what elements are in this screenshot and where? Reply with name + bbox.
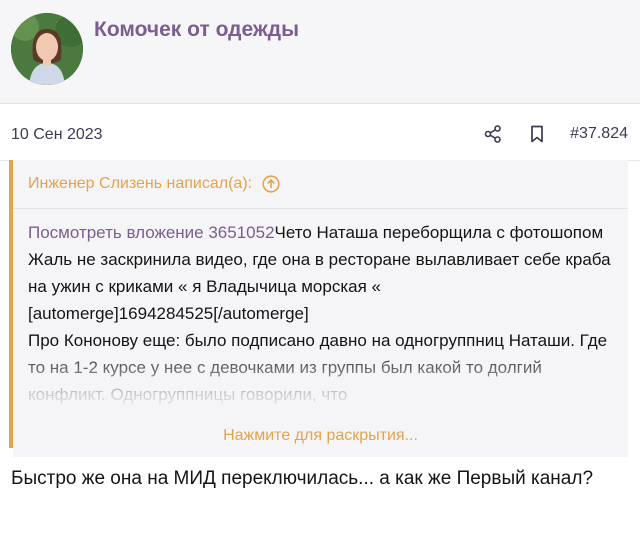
post-author[interactable]: Комочек от одежды — [94, 18, 299, 42]
quote-block: Инженер Слизень написал(а): Посмотреть в… — [9, 160, 628, 457]
post-actions: #37.824 — [482, 123, 628, 145]
quote-text: Жаль не заскринила видео, где она в рест… — [28, 250, 611, 296]
expand-quote-button[interactable]: Нажмите для раскрытия... — [13, 422, 628, 449]
post-body-text: Быстро же она на МИД переключилась... а … — [11, 468, 594, 489]
arrow-up-circle-icon[interactable] — [262, 175, 280, 193]
quote-content: Посмотреть вложение 3651052Чето Наташа п… — [13, 209, 628, 457]
post-date[interactable]: 10 Сен 2023 — [11, 126, 103, 144]
bookmark-icon[interactable] — [526, 123, 548, 145]
quote-text: Чето Наташа переборщила с фотошопом — [274, 223, 604, 242]
post-number-link[interactable]: #37.824 — [570, 125, 628, 143]
quote-paragraph: Посмотреть вложение 3651052Чето Наташа п… — [28, 219, 612, 246]
quote-header: Инженер Слизень написал(а): — [13, 160, 628, 209]
quote-author-label[interactable]: Инженер Слизень написал(а): — [28, 175, 252, 193]
share-icon[interactable] — [482, 123, 504, 145]
avatar[interactable] — [11, 13, 83, 85]
quote-text: [automerge]1694284525[/automerge] — [28, 304, 309, 323]
post-meta-bar: 10 Сен 2023 #37.824 — [0, 104, 640, 161]
attachment-link[interactable]: Посмотреть вложение 3651052 — [28, 223, 275, 242]
post-header: Комочек от одежды — [0, 0, 640, 104]
